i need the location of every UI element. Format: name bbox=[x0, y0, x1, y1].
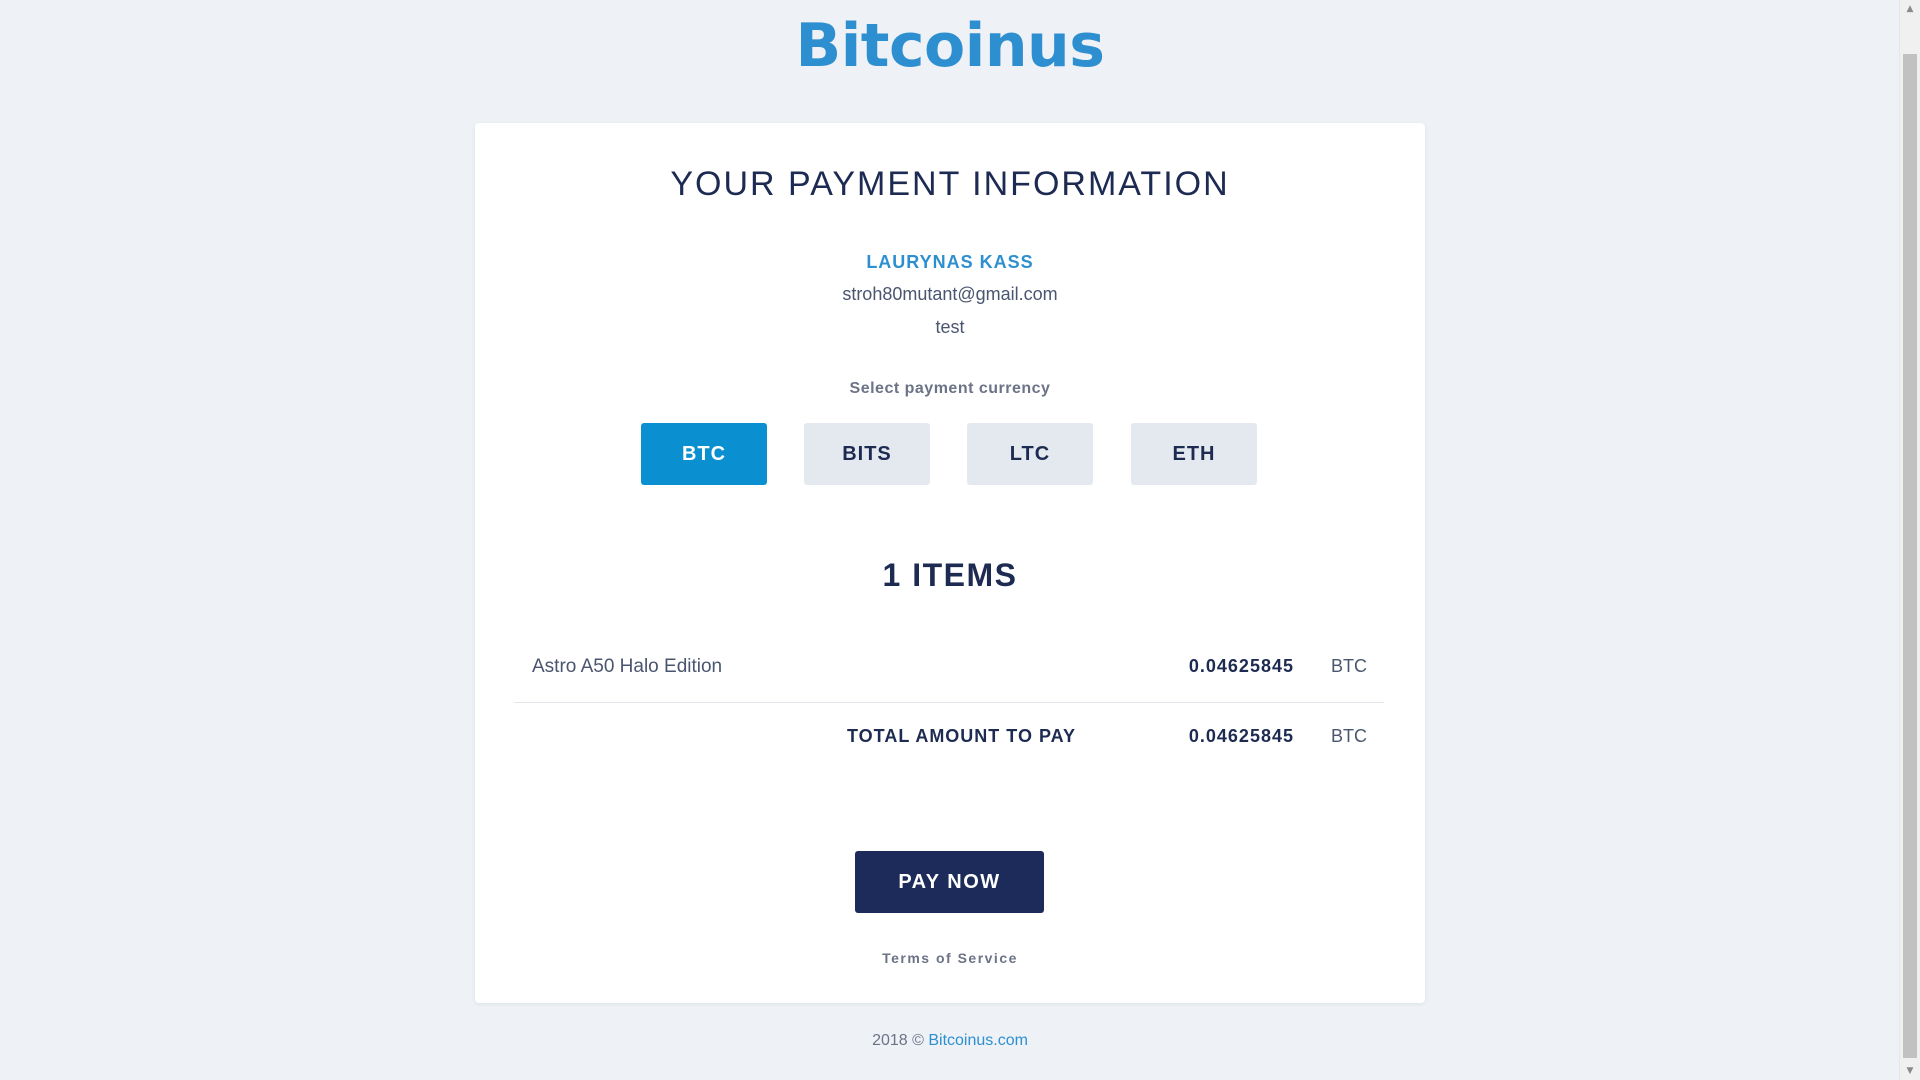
customer-note: test bbox=[935, 317, 965, 337]
payment-page: Bitcoinus YOUR PAYMENT INFORMATION LAURY… bbox=[0, 0, 1900, 1080]
scroll-up-arrow-icon[interactable]: ▲ bbox=[1900, 0, 1920, 18]
footer-site-link[interactable]: Bitcoinus.com bbox=[928, 1032, 1028, 1049]
total-amount: 0.04625845 bbox=[1188, 726, 1294, 746]
currency-select-label: Select payment currency bbox=[849, 380, 1051, 397]
terms-of-service-link[interactable]: Terms of Service bbox=[475, 950, 1425, 966]
customer-name: LAURYNAS KASS bbox=[866, 252, 1034, 272]
total-label: TOTAL AMOUNT TO PAY bbox=[846, 726, 1076, 746]
total-row: TOTAL AMOUNT TO PAY 0.04625845 BTC bbox=[514, 720, 1384, 754]
bitcoinus-logo[interactable]: Bitcoinus bbox=[0, 6, 1900, 86]
vertical-scrollbar[interactable]: ▲ ▼ bbox=[1899, 0, 1920, 1080]
currency-button-eth[interactable]: ETH bbox=[1131, 423, 1257, 485]
item-row: Astro A50 Halo Edition 0.04625845 BTC bbox=[514, 650, 1384, 684]
footer-copyright: 2018 © bbox=[872, 1032, 924, 1049]
footer: 2018 © Bitcoinus.com bbox=[0, 1032, 1900, 1050]
page-title: YOUR PAYMENT INFORMATION bbox=[670, 165, 1230, 203]
scroll-thumb[interactable] bbox=[1903, 54, 1917, 1058]
currency-button-btc[interactable]: BTC bbox=[641, 423, 767, 485]
items-count-heading: 1 ITEMS bbox=[882, 557, 1018, 593]
currency-button-bits[interactable]: BITS bbox=[804, 423, 930, 485]
scroll-down-arrow-icon[interactable]: ▼ bbox=[1900, 1062, 1920, 1080]
currency-button-ltc[interactable]: LTC bbox=[967, 423, 1093, 485]
items-divider bbox=[514, 702, 1384, 703]
customer-email: stroh80mutant@gmail.com bbox=[842, 284, 1058, 304]
item-amount: 0.04625845 bbox=[1188, 656, 1294, 676]
item-name: Astro A50 Halo Edition bbox=[532, 656, 723, 677]
pay-now-button[interactable]: PAY NOW bbox=[855, 851, 1044, 913]
total-unit: BTC bbox=[1331, 726, 1367, 746]
item-unit: BTC bbox=[1331, 656, 1367, 676]
